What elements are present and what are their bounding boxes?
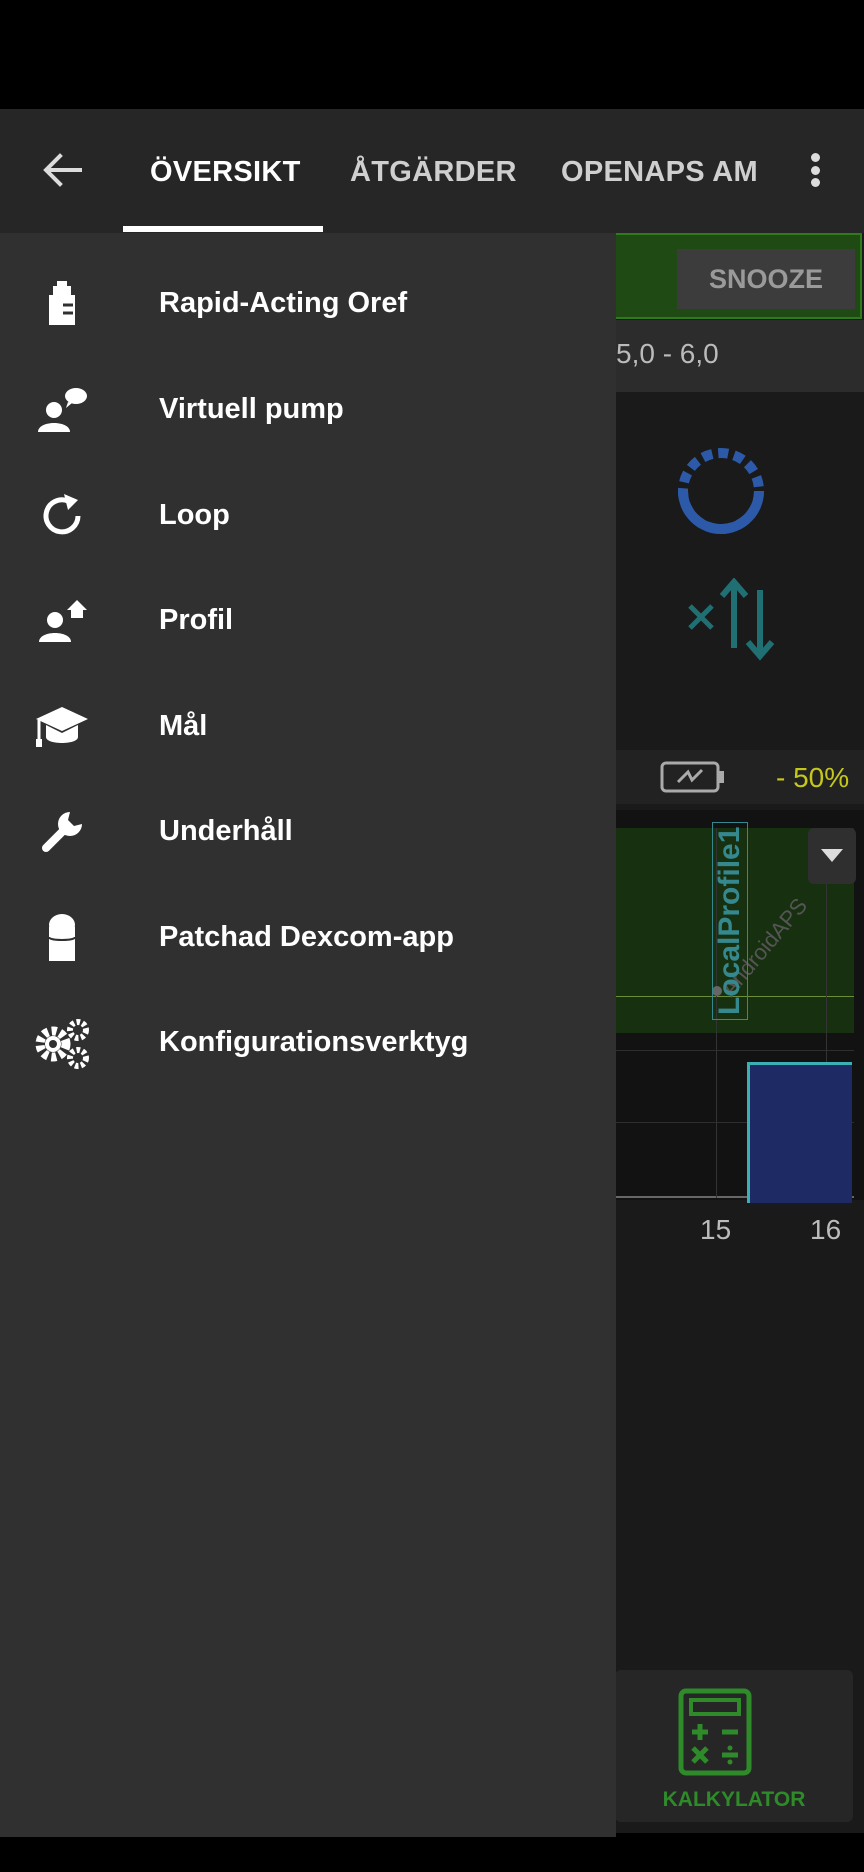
drawer-item-rapid-acting-oref[interactable]: Rapid-Acting Oref [0,251,616,356]
target-range: 5,0 - 6,0 [616,338,719,369]
drawer-item-label: Rapid-Acting Oref [159,287,408,319]
tab-label: ÅTGÄRDER [350,156,517,188]
calculator-label: KALKYLATOR [662,1788,806,1811]
tab-indicator [123,226,323,232]
system-navigation-bar [0,1837,864,1872]
loop-status-icon[interactable] [675,445,767,537]
battery-icon [660,761,724,793]
wrench-icon [28,798,96,866]
drawer-item-mal[interactable]: Mål [0,674,616,779]
drawer-item-label: Loop [159,499,230,531]
navigation-drawer: Rapid-Acting Oref Virtuell pump Loop Pro… [0,233,616,1837]
battery-percent: - 50% [776,762,850,793]
drawer-item-label: Konfigurationsverktyg [159,1026,469,1058]
drawer-item-profil[interactable]: Profil [0,568,616,673]
tab-oversikt[interactable]: ÖVERSIKT [150,134,301,233]
calculator-icon [678,1688,752,1776]
profile-switch-label: LocalProfile1 [712,821,748,1020]
tab-atgarder[interactable]: ÅTGÄRDER [350,134,517,233]
graph-options-dropdown[interactable] [808,828,856,884]
drawer-item-loop[interactable]: Loop [0,463,616,568]
back-button[interactable] [34,142,90,198]
gears-icon [28,1009,96,1077]
insulin-icon [28,270,96,338]
drawer-item-label: Profil [159,604,234,636]
drawer-item-label: Patchad Dexcom-app [159,921,454,953]
sync-arrows-icon [688,578,775,661]
dot [810,165,820,175]
snooze-button[interactable]: SNOOZE [677,249,855,309]
dot [810,178,820,187]
tab-label: ÖVERSIKT [150,156,301,188]
more-options-button[interactable] [800,145,830,195]
loop-icon [28,482,96,550]
x-tick-label: 16 [810,1214,842,1245]
drawer-item-label: Virtuell pump [159,393,344,425]
tab-openaps-am[interactable]: OPENAPS AM [561,134,758,233]
arrow-left-icon [43,153,82,187]
drawer-item-label: Underhåll [159,815,293,847]
drawer-item-patchad-dexcom-app[interactable]: Patchad Dexcom-app [0,885,616,990]
drawer-item-label: Mål [159,710,208,742]
status-bar [0,0,864,109]
drawer-item-virtuell-pump[interactable]: Virtuell pump [0,357,616,462]
profile-icon [28,587,96,655]
drawer-item-konfigurationsverktyg[interactable]: Konfigurationsverktyg [0,990,616,1095]
x-tick-label: 15 [700,1214,732,1245]
graduation-cap-icon [28,693,96,761]
grid-line [610,1050,854,1051]
dot [810,153,820,162]
drawer-item-underhall[interactable]: Underhåll [0,779,616,884]
tab-label: OPENAPS AM [561,156,758,188]
pump-icon [28,376,96,444]
chevron-down-icon [821,849,843,862]
basal-bar [747,1062,852,1203]
sensor-icon [28,904,96,972]
